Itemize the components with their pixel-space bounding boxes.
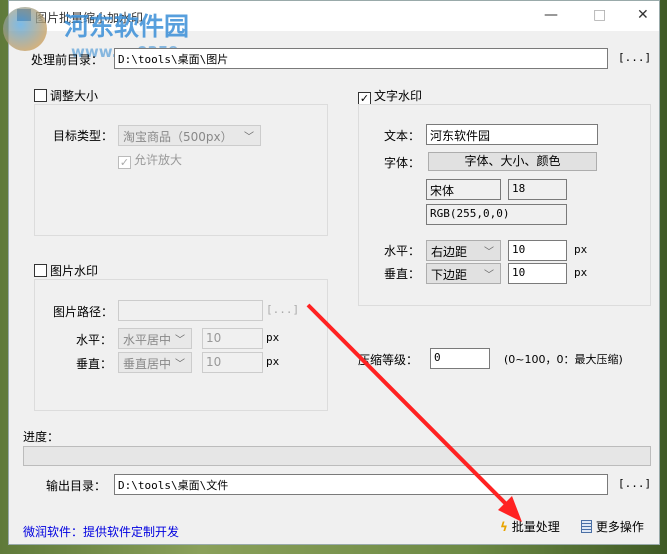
arrow-shaft [306, 303, 512, 510]
annotation-arrow [306, 303, 522, 522]
